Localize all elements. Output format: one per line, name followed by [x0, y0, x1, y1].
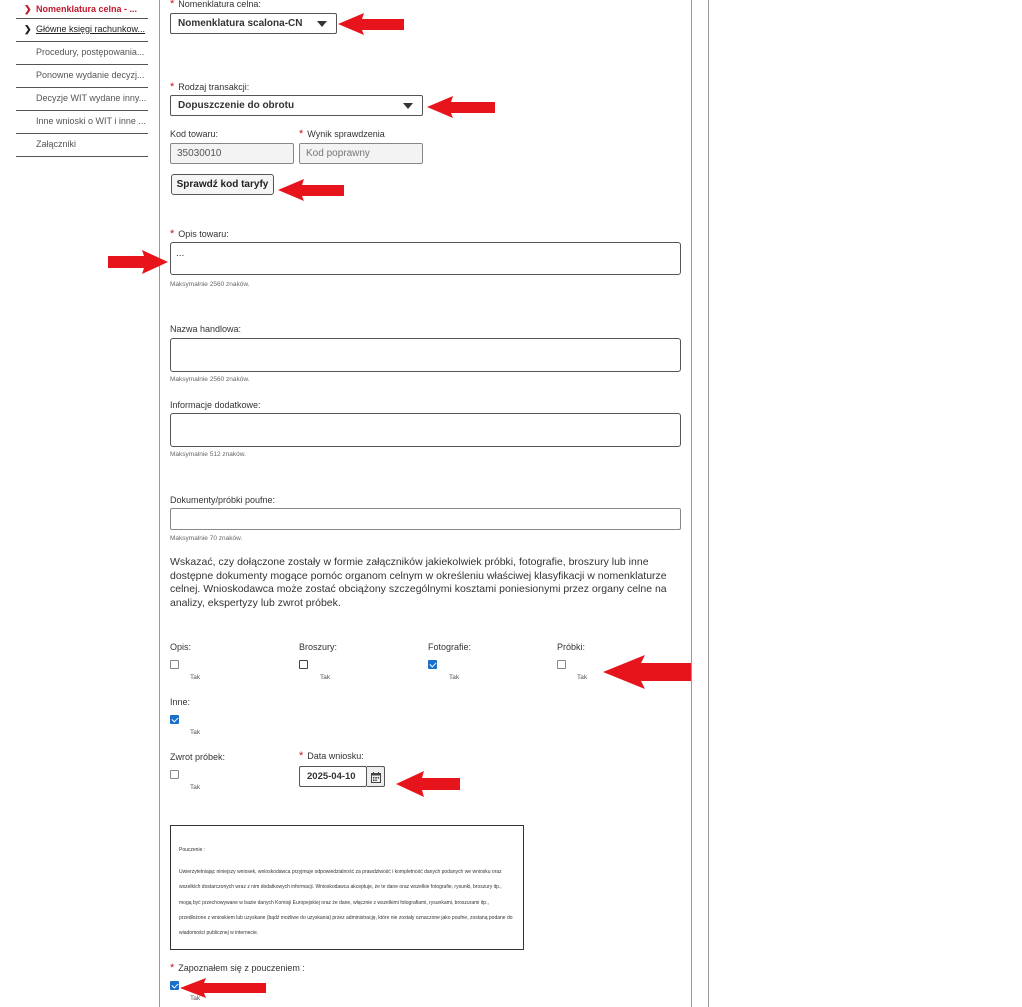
sidebar-item-decyzje-wit[interactable]: Decyzje WIT wydane inny...	[16, 88, 148, 111]
rodzaj-label: * Rodzaj transakcji:	[170, 81, 249, 93]
required-marker: *	[299, 750, 304, 762]
nazwa-handlowa-label: Nazwa handlowa:	[170, 324, 242, 334]
sidebar-item-nomenklatura[interactable]: ❯ Nomenklatura celna - ...	[16, 0, 148, 19]
rodzaj-transakcji-select[interactable]: Dopuszczenie do obrotu	[170, 95, 423, 116]
wynik-label: * Wynik sprawdzenia	[299, 128, 385, 140]
label-text: Nomenklatura celna:	[178, 0, 261, 9]
label-text: Rodzaj transakcji:	[178, 82, 250, 92]
arrow-left-icon	[427, 96, 495, 118]
arrow-right-icon	[108, 250, 168, 274]
zwrot-probek-checkbox[interactable]	[170, 770, 179, 779]
informacje-hint: Maksymalnie 512 znaków.	[170, 451, 246, 458]
dokumenty-hint: Maksymalnie 70 znaków.	[170, 535, 243, 542]
dokumenty-label: Dokumenty/próbki poufne:	[170, 495, 276, 505]
pouczenie-box: Pouczenie : Uwierzytelniając niniejszy w…	[170, 825, 524, 950]
sidebar-nav: ❯ Nomenklatura celna - ... ❯ Główne księ…	[16, 0, 148, 157]
nomenklatura-select[interactable]: Nomenklatura scalona-CN	[170, 13, 337, 34]
calendar-button[interactable]	[367, 766, 385, 787]
sprawdz-kod-button[interactable]: Sprawdź kod taryfy	[171, 174, 274, 195]
sidebar-item-procedury[interactable]: Procedury, postępowania...	[16, 42, 148, 65]
opis-towaru-textarea[interactable]: ...	[170, 242, 681, 275]
zwrot-tak-label: Tak	[190, 784, 201, 791]
arrow-left-icon	[338, 13, 404, 35]
sidebar-item-label: Nomenklatura celna - ...	[36, 4, 138, 14]
nazwa-hint: Maksymalnie 2560 znaków.	[170, 376, 250, 383]
dokumenty-input[interactable]	[170, 508, 681, 530]
label-text: Data wniosku:	[307, 751, 364, 761]
caret-down-icon	[403, 103, 413, 109]
select-value: Dopuszczenie do obrotu	[178, 100, 295, 111]
sidebar-item-ponowne-wydanie[interactable]: Ponowne wydanie decyzj...	[16, 65, 148, 88]
opis-hint: Maksymalnie 2560 znaków.	[170, 281, 250, 288]
pouczenie-body: Uwierzytelniając niniejszy wniosek, wnio…	[179, 869, 513, 937]
required-marker: *	[170, 0, 175, 10]
kod-towaru-label: Kod towaru:	[170, 129, 219, 139]
sidebar-item-zalaczniki[interactable]: Załączniki	[16, 134, 148, 157]
content-right-border	[691, 0, 692, 1007]
broszury-tak-label: Tak	[320, 674, 331, 681]
sidebar-item-inne-wnioski[interactable]: Inne wnioski o WIT i inne ...	[16, 111, 148, 134]
broszury-checkbox-label: Broszury:	[299, 642, 338, 652]
kod-towaru-input[interactable]: 35030010	[170, 143, 294, 164]
attachments-instruction: Wskazać, czy dołączone zostały w formie …	[170, 556, 667, 609]
data-wniosku-picker: 2025-04-10	[299, 766, 385, 787]
fotografie-checkbox-label: Fotografie:	[428, 642, 472, 652]
zapoznalem-checkbox[interactable]	[170, 981, 179, 990]
content-left-border	[159, 0, 160, 1007]
arrow-left-icon	[180, 978, 266, 998]
caret-down-icon	[317, 21, 327, 27]
probki-checkbox[interactable]	[557, 660, 566, 669]
required-marker: *	[299, 128, 304, 140]
opis-checkbox[interactable]	[170, 660, 179, 669]
panel-border	[708, 0, 709, 1007]
label-text: Wynik sprawdzenia	[307, 129, 385, 139]
inne-tak-label: Tak	[190, 729, 201, 736]
sidebar-item-label: Główne księgi rachunkow...	[36, 24, 146, 34]
select-value: Nomenklatura scalona-CN	[178, 18, 303, 29]
arrow-left-icon	[278, 179, 344, 201]
sidebar-item-label: Procedury, postępowania...	[36, 47, 145, 57]
nomenklatura-label: * Nomenklatura celna:	[170, 0, 261, 10]
nazwa-handlowa-textarea[interactable]	[170, 338, 681, 372]
opis-towaru-label: * Opis towaru:	[170, 228, 229, 240]
sidebar-item-label: Inne wnioski o WIT i inne ...	[36, 116, 146, 126]
zapoznalem-label: * Zapoznałem się z pouczeniem :	[170, 962, 305, 974]
informacje-label: Informacje dodatkowe:	[170, 400, 261, 410]
data-wniosku-label: * Data wniosku:	[299, 750, 364, 762]
fotografie-tak-label: Tak	[449, 674, 460, 681]
probki-tak-label: Tak	[577, 674, 588, 681]
calendar-icon	[371, 772, 381, 783]
opis-checkbox-label: Opis:	[170, 642, 192, 652]
required-marker: *	[170, 962, 175, 974]
arrow-left-icon	[603, 655, 691, 689]
arrow-left-icon	[396, 771, 460, 797]
pouczenie-title: Pouczenie :	[179, 847, 206, 853]
probki-checkbox-label: Próbki:	[557, 642, 586, 652]
opis-tak-label: Tak	[190, 674, 201, 681]
sidebar-item-label: Decyzje WIT wydane inny...	[36, 93, 147, 103]
sidebar-item-glowne-ksiegi[interactable]: ❯ Główne księgi rachunkow...	[16, 19, 148, 42]
inne-checkbox-label: Inne:	[170, 697, 191, 707]
chevron-right-icon: ❯	[24, 24, 32, 34]
label-text: Opis towaru:	[178, 229, 229, 239]
wynik-sprawdzenia-input[interactable]: Kod poprawny	[299, 143, 423, 164]
chevron-right-icon: ❯	[24, 4, 32, 14]
informacje-textarea[interactable]	[170, 413, 681, 447]
label-text: Zapoznałem się z pouczeniem :	[178, 963, 305, 973]
sidebar-item-label: Załączniki	[36, 139, 77, 149]
inne-checkbox[interactable]	[170, 715, 179, 724]
data-wniosku-input[interactable]: 2025-04-10	[299, 766, 367, 787]
zwrot-probek-label: Zwrot próbek:	[170, 752, 226, 762]
fotografie-checkbox[interactable]	[428, 660, 437, 669]
sidebar-item-label: Ponowne wydanie decyzj...	[36, 70, 145, 80]
required-marker: *	[170, 228, 175, 240]
required-marker: *	[170, 81, 175, 93]
broszury-checkbox[interactable]	[299, 660, 308, 669]
